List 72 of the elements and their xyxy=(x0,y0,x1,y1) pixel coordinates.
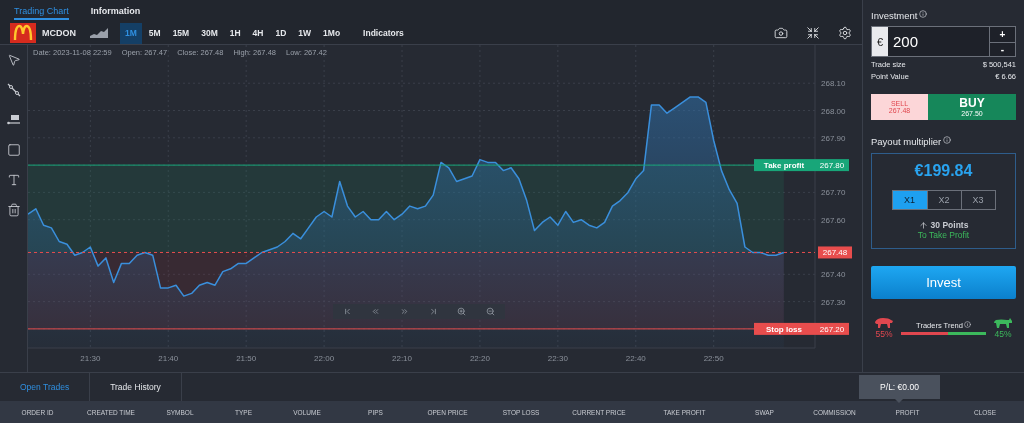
ref-line-label: Stop loss xyxy=(765,324,803,334)
last-icon[interactable] xyxy=(428,307,438,316)
indicators-button[interactable]: Indicators xyxy=(357,27,410,39)
price-tag: 267.80 xyxy=(815,159,849,172)
info-icon[interactable] xyxy=(963,321,971,328)
area-chart-icon[interactable] xyxy=(90,28,108,38)
timeframe-button[interactable]: 1D xyxy=(270,22,292,44)
payout-title: Payout multiplier xyxy=(871,136,942,147)
chart-tab[interactable]: Trading Chart xyxy=(14,2,69,20)
payout-amount: €199.84 xyxy=(914,162,973,180)
timeframe-button[interactable]: 1H xyxy=(224,22,246,44)
info-icon[interactable] xyxy=(943,136,952,144)
trash-icon[interactable] xyxy=(6,203,21,217)
increase-button[interactable]: + xyxy=(990,27,1015,42)
camera-icon[interactable] xyxy=(774,26,788,40)
bull-percent: 45% xyxy=(994,329,1012,339)
currency-label: € xyxy=(872,27,888,56)
timeframe-button[interactable]: 30M xyxy=(196,22,223,44)
ref-line-label: Take profit xyxy=(763,161,805,171)
axis-label: 21:30 xyxy=(80,354,101,363)
timeframe-button[interactable]: 1W xyxy=(293,22,317,44)
chart-tab[interactable]: Information xyxy=(90,2,141,20)
timeframe-button[interactable]: 5M xyxy=(143,22,166,44)
settings-icon[interactable] xyxy=(838,26,852,40)
target-text: To Take Profit xyxy=(917,230,970,240)
profit-loss-badge: P/L: €0.00 xyxy=(859,375,940,399)
axis-label: 22:50 xyxy=(703,354,724,363)
cursor-icon[interactable] xyxy=(6,53,21,67)
axis-label: 21:50 xyxy=(236,354,257,363)
first-icon[interactable] xyxy=(342,307,352,316)
bear-percent: 55% xyxy=(875,329,893,339)
axis-label: 267.40 xyxy=(821,270,846,280)
investment-title: Investment xyxy=(871,10,918,21)
zoom-in-icon[interactable] xyxy=(457,307,467,316)
multiplier-button[interactable]: X3 xyxy=(960,191,995,209)
arrow-up-icon xyxy=(918,220,928,230)
level-tag[interactable]: Stop loss xyxy=(754,322,815,335)
logo-icon xyxy=(10,23,36,43)
shrink-icon[interactable] xyxy=(806,26,820,40)
bull-icon xyxy=(993,317,1013,329)
horizontal-line-icon[interactable] xyxy=(6,113,21,127)
axis-label: 268.00 xyxy=(821,106,846,116)
trend-line-icon[interactable] xyxy=(6,83,21,97)
multiplier-button[interactable]: X2 xyxy=(926,191,961,209)
ref-line-label: 267.48 xyxy=(822,248,848,258)
text-icon[interactable] xyxy=(6,173,21,187)
points-text: 30 Points xyxy=(930,220,969,230)
axis-label: 267.70 xyxy=(821,188,846,198)
zoom-out-icon[interactable] xyxy=(486,307,496,316)
axis-label: 267.90 xyxy=(821,133,846,143)
axis-label: 22:40 xyxy=(625,354,646,363)
timeframe-button[interactable]: 4H xyxy=(247,22,269,44)
axis-label: 22:10 xyxy=(392,354,413,363)
price-tag: 267.48 xyxy=(818,246,852,259)
timeframe-button[interactable]: 15M xyxy=(167,22,195,44)
forward-icon[interactable] xyxy=(400,307,410,316)
axis-label: 22:20 xyxy=(469,354,490,363)
investment-field[interactable]: € 200 + - xyxy=(871,26,1016,57)
multiplier-button[interactable]: X1 xyxy=(892,191,927,209)
y-tick-label: 267.20 xyxy=(819,324,845,334)
axis-label: 22:00 xyxy=(314,354,335,363)
axis-label: 267.60 xyxy=(821,215,846,225)
symbol-name: MCDON xyxy=(42,28,76,38)
y-tick-label: 267.80 xyxy=(819,161,845,171)
info-icon[interactable] xyxy=(919,10,928,18)
axis-label: 267.30 xyxy=(821,297,846,307)
axis-label: 21:40 xyxy=(158,354,179,363)
axis-label: 22:30 xyxy=(547,354,568,363)
price-tag: 267.20 xyxy=(815,322,849,335)
axis-label: 268.10 xyxy=(821,79,846,89)
rectangle-icon[interactable] xyxy=(6,143,21,157)
timeframe-button[interactable]: 1Mo xyxy=(318,22,346,44)
